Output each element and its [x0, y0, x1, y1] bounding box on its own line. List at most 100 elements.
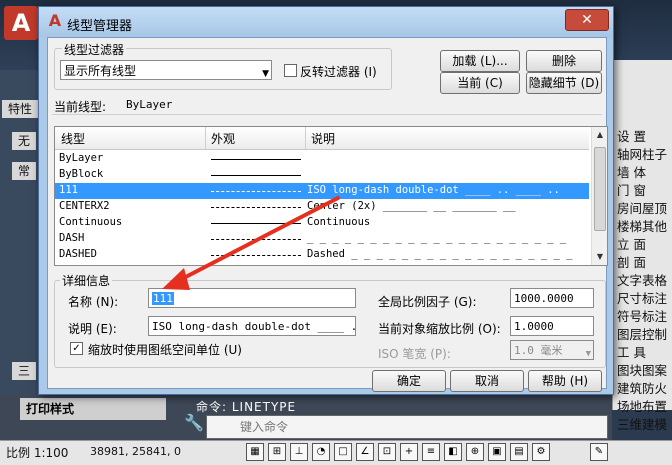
invert-filter-checkbox[interactable] [284, 64, 297, 77]
palette-item[interactable]: 墙 体 [617, 162, 672, 181]
linetype-name: CENTERX2 [59, 200, 110, 212]
left-tab-common[interactable]: 常 [12, 162, 36, 180]
palette-item[interactable]: 房间屋顶 [617, 198, 672, 217]
selection-cycling-icon[interactable]: ⊕ [466, 443, 484, 461]
print-style-panel[interactable]: 打印样式 [20, 398, 166, 420]
table-row[interactable]: ByLayer [55, 151, 589, 167]
snap-icon[interactable]: ⊞ [268, 443, 286, 461]
palette-item[interactable]: 文字表格 [617, 270, 672, 289]
help-button[interactable]: 帮助 (H) [528, 370, 602, 392]
layout-icon[interactable]: ▤ [510, 443, 528, 461]
autocad-logo[interactable]: A [4, 6, 38, 40]
column-separator [305, 127, 306, 149]
table-row[interactable]: 111 ISO long-dash double-dot ____ .. ____… [55, 183, 589, 199]
dialog-body: 线型过滤器 显示所有线型 ▼ 反转过滤器 (I) 加载 (L)... 删除 当前… [47, 37, 608, 392]
palette-item[interactable]: 符号标注 [617, 306, 672, 325]
name-label: 名称 (N): [68, 295, 119, 309]
linetype-description: Continuous [307, 216, 371, 228]
palette-item[interactable]: 场地布置 [617, 396, 672, 415]
linetype-name: Continuous [59, 216, 123, 228]
transparency-icon[interactable]: ◧ [444, 443, 462, 461]
column-linetype[interactable]: 线型 [61, 130, 85, 147]
linetype-preview [211, 175, 301, 176]
palette-item[interactable]: 门 窗 [617, 180, 672, 199]
scroll-down-icon[interactable]: ▼ [592, 249, 607, 265]
tangent-tool-palette: 设 置 轴网柱子 墙 体 门 窗 房间屋顶 楼梯其他 立 面 剖 面 文字表格 … [612, 60, 672, 432]
palette-item[interactable]: 三维建模 [617, 414, 672, 433]
palette-item[interactable]: 图层控制 [617, 324, 672, 343]
delete-button[interactable]: 删除 [526, 50, 602, 72]
annotation-scale[interactable]: 比例 1:100 [6, 444, 68, 461]
linetype-description: ISO long-dash double-dot ____ .. ____ .. [307, 184, 560, 196]
palette-item[interactable]: 图块图案 [617, 360, 672, 379]
load-button[interactable]: 加载 (L)... [440, 50, 520, 72]
list-header: 线型 外观 说明 [55, 127, 589, 150]
ok-button[interactable]: 确定 [372, 370, 446, 392]
command-placeholder: 键入命令 [240, 420, 289, 434]
linetype-list[interactable]: 线型 外观 说明 ByLayer ByBlock 111 ISO long-dash … [54, 126, 608, 266]
workspace-icon[interactable]: ⚙ [532, 443, 550, 461]
palette-item[interactable]: 设 置 [617, 126, 672, 145]
paper-space-units-label: 缩放时使用图纸空间单位 (U) [88, 343, 242, 357]
details-label: 详细信息 [60, 272, 113, 289]
chevron-down-icon: ▼ [262, 69, 269, 79]
iso-pen-width-dropdown: 1.0 毫米 ▼ [510, 340, 594, 360]
table-row[interactable]: DASHED Dashed _ _ _ _ _ _ _ _ _ _ _ _ _ _… [55, 247, 589, 263]
palette-item[interactable]: 轴网柱子 [617, 144, 672, 163]
current-scale-label: 当前对象缩放比例 (O): [378, 322, 501, 336]
palette-item[interactable]: 建筑防火 [617, 378, 672, 397]
paper-space-units-checkbox[interactable]: ✓ [70, 342, 83, 355]
palette-item[interactable]: 立 面 [617, 234, 672, 253]
left-tab-none[interactable]: 无 [12, 132, 36, 150]
left-tab-3d[interactable]: 三 [12, 362, 36, 380]
autocad-icon: A [48, 11, 62, 30]
linetype-preview [211, 159, 301, 160]
filter-dropdown[interactable]: 显示所有线型 ▼ [60, 60, 272, 80]
column-separator [205, 127, 206, 149]
column-description[interactable]: 说明 [311, 130, 335, 147]
linetype-preview [211, 207, 301, 208]
otrack-icon[interactable]: ∠ [356, 443, 374, 461]
name-value: 111 [152, 292, 174, 305]
polar-icon[interactable]: ◔ [312, 443, 330, 461]
description-label: 说明 (E): [68, 322, 117, 336]
lineweight-icon[interactable]: ≡ [422, 443, 440, 461]
current-button[interactable]: 当前 (C) [440, 72, 520, 94]
palette-item[interactable]: 楼梯其他 [617, 216, 672, 235]
table-row[interactable]: CENTERX2 Center (2x) _______ __ _______ _… [55, 199, 589, 215]
properties-tab[interactable]: 特性 [2, 100, 38, 118]
current-linetype-label: 当前线型: [54, 100, 107, 114]
table-row[interactable]: DASH _ _ _ _ _ _ _ _ _ _ _ _ _ _ _ _ _ _ … [55, 231, 589, 247]
list-scrollbar[interactable]: ▲ ▼ [591, 127, 607, 265]
lock-icon[interactable]: ✎ [590, 443, 608, 461]
table-row[interactable]: Continuous Continuous [55, 215, 589, 231]
scroll-thumb[interactable] [594, 147, 606, 231]
palette-item[interactable]: 尺寸标注 [617, 288, 672, 307]
palette-item[interactable]: 工 具 [617, 342, 672, 361]
dialog-title: 线型管理器 [67, 19, 133, 34]
model-icon[interactable]: ▣ [488, 443, 506, 461]
divider [52, 114, 602, 115]
invert-filter-label: 反转过滤器 (I) [300, 65, 377, 79]
name-field[interactable]: 111 [148, 288, 356, 308]
close-button[interactable]: ✕ [565, 9, 609, 31]
linetype-preview [211, 239, 301, 240]
current-linetype-value: ByLayer [126, 98, 173, 111]
ortho-icon[interactable]: ⊥ [290, 443, 308, 461]
hide-details-button[interactable]: 隐藏细节 (D) [526, 72, 602, 94]
scroll-up-icon[interactable]: ▲ [592, 127, 607, 143]
description-field[interactable]: ISO long-dash double-dot ____ .. [148, 316, 356, 336]
palette-item[interactable]: 剖 面 [617, 252, 672, 271]
osnap-icon[interactable]: □ [334, 443, 352, 461]
dyn-icon[interactable]: + [400, 443, 418, 461]
wrench-icon[interactable]: 🔧 [184, 413, 204, 437]
current-scale-field[interactable]: 1.0000 [510, 316, 594, 336]
linetype-preview [211, 255, 301, 256]
ducs-icon[interactable]: ⊡ [378, 443, 396, 461]
column-appearance[interactable]: 外观 [211, 130, 235, 147]
global-scale-field[interactable]: 1000.0000 [510, 288, 594, 308]
table-row[interactable]: ByBlock [55, 167, 589, 183]
linetype-description: _ _ _ _ _ _ _ _ _ _ _ _ _ _ _ _ _ _ _ _ … [307, 232, 567, 244]
cancel-button[interactable]: 取消 [450, 370, 524, 392]
grid-icon[interactable]: ▦ [246, 443, 264, 461]
